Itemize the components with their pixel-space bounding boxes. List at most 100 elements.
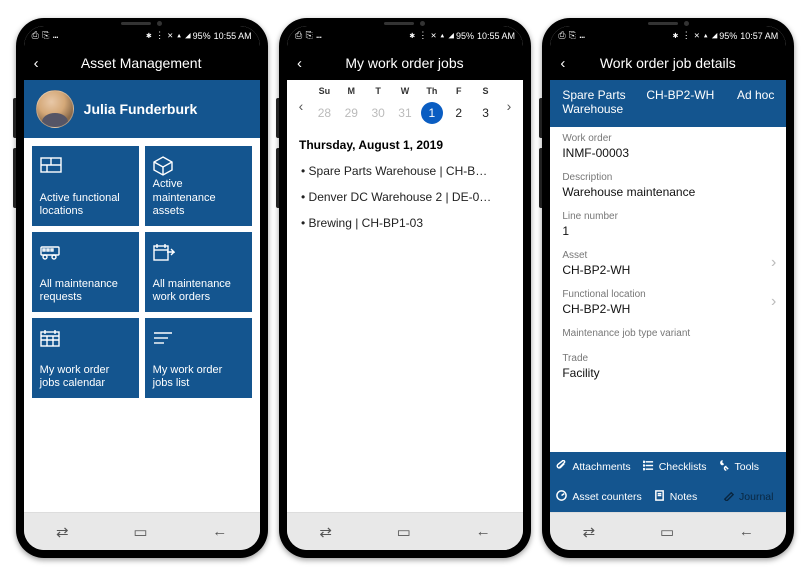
status-bar: ⎙ ⎘ … ✱ ⋮ ✕ ▴ ◢ 95% 10:55 AM [287,26,523,46]
android-nav-bar: ⇄ ▭ ← [550,512,786,550]
status-left-icons: ⎙ ⎘ … [32,31,58,41]
tile-label: My work order jobs list [153,364,244,390]
bottom-actions: Attachments Checklists Tools Asset counter… [550,452,786,512]
field-value: CH-BP2-WH [562,263,774,277]
page-title: Asset Management [51,55,232,71]
field-label: Work order [562,133,774,144]
action-label: Notes [670,491,697,503]
field-value: CH-BP2-WH [562,302,774,316]
page-title: My work order jobs [314,55,495,71]
cal-dow: Su [311,86,338,100]
job-item[interactable]: Spare Parts Warehouse | CH-B… [295,158,515,184]
requests-icon [40,240,131,264]
user-header[interactable]: Julia Funderburk [24,80,260,138]
job-item[interactable]: Brewing | CH-BP1-03 [295,210,515,236]
field-value: Facility [562,366,774,380]
title-bar: ‹ Work order job details [550,46,786,80]
field-value: Warehouse maintenance [562,185,774,199]
header-code: CH-BP2-WH [646,88,723,102]
pen-icon [723,490,734,504]
cal-dow: F [445,86,472,100]
list-icon [153,326,244,350]
field-functional-location[interactable]: Functional location CH-BP2-WH [550,283,786,322]
cal-dow: T [365,86,392,100]
status-time: 10:55 AM [477,31,515,41]
action-label: Tools [735,461,760,473]
tile-label: All maintenance requests [40,278,131,304]
user-name: Julia Funderburk [84,101,198,117]
field-label: Trade [562,353,774,364]
clip-icon [556,460,567,474]
status-time: 10:55 AM [214,31,252,41]
nav-home-icon[interactable]: ▭ [660,523,674,541]
job-list: Spare Parts Warehouse | CH-B…Denver DC W… [287,158,523,236]
tile-all-maintenance-work-orders[interactable]: All maintenance work orders [145,232,252,312]
header-type: Ad hoc [737,88,774,102]
note-icon [654,490,665,504]
status-right-icons: ✱ ⋮ ✕ ▴ ◢ [410,31,453,41]
back-icon[interactable]: ‹ [34,55,39,72]
status-battery: 95% [193,31,211,41]
calendar-week: ‹ SuMTWThFS28293031123 › [287,80,523,128]
action-notes[interactable]: Notes [648,482,717,512]
action-label: Checklists [659,461,707,473]
back-icon[interactable]: ‹ [297,55,302,72]
calendar-icon [40,326,131,350]
tile-all-maintenance-requests[interactable]: All maintenance requests [32,232,139,312]
status-left-icons: ⎙ ⎘ … [558,31,584,41]
status-battery: 95% [719,31,737,41]
field-line-number: Line number1 [550,205,786,244]
field-value: INMF-00003 [562,146,774,160]
cal-day[interactable]: 28 [311,100,338,126]
cal-day[interactable]: 30 [365,100,392,126]
status-bar: ⎙ ⎘ … ✱ ⋮ ✕ ▴ ◢ 95% 10:57 AM [550,26,786,46]
action-checklists[interactable]: Checklists [637,452,713,482]
nav-recent-icon[interactable]: ⇄ [56,523,69,541]
title-bar: ‹ Asset Management [24,46,260,80]
cal-day[interactable]: 3 [472,100,499,126]
cal-day[interactable]: 29 [338,100,365,126]
tile-my-work-order-jobs-calendar[interactable]: My work order jobs calendar [32,318,139,398]
tile-my-work-order-jobs-list[interactable]: My work order jobs list [145,318,252,398]
action-asset-counters[interactable]: Asset counters [550,482,647,512]
field-trade: Trade Facility [550,347,786,386]
job-item[interactable]: Denver DC Warehouse 2 | DE-0… [295,184,515,210]
tool-icon [719,460,730,474]
tile-active-maintenance-assets[interactable]: Active maintenance assets [145,146,252,226]
action-tools[interactable]: Tools [713,452,787,482]
nav-back-icon[interactable]: ← [739,523,754,540]
tile-active-functional-locations[interactable]: Active functional locations [32,146,139,226]
field-label: Asset [562,250,774,261]
phone-2: ⎙ ⎘ … ✱ ⋮ ✕ ▴ ◢ 95% 10:55 AM ‹ My work o… [279,18,531,558]
field-description: Description Warehouse maintenance [550,166,786,205]
nav-home-icon[interactable]: ▭ [397,523,411,541]
field-label: Description [562,172,774,183]
nav-recent-icon[interactable]: ⇄ [319,523,332,541]
field-label: Functional location [562,289,774,300]
nav-back-icon[interactable]: ← [476,523,491,540]
cal-day[interactable]: 1 [418,100,445,126]
tile-label: Active maintenance assets [153,178,244,218]
field-asset[interactable]: Asset CH-BP2-WH [550,244,786,283]
next-week-icon[interactable]: › [499,98,519,114]
field-label: Maintenance job type variant [562,328,774,339]
page-title: Work order job details [577,55,758,71]
header-location: Spare Parts Warehouse [562,88,632,117]
action-label: Attachments [572,461,630,473]
back-icon[interactable]: ‹ [560,55,565,72]
nav-back-icon[interactable]: ← [212,523,227,540]
prev-week-icon[interactable]: ‹ [291,98,311,114]
field-value: 1 [562,224,774,238]
nav-recent-icon[interactable]: ⇄ [583,523,596,541]
phone-3: ⎙ ⎘ … ✱ ⋮ ✕ ▴ ◢ 95% 10:57 AM ‹ Work orde… [542,18,794,558]
tile-label: All maintenance work orders [153,278,244,304]
action-attachments[interactable]: Attachments [550,452,636,482]
nav-home-icon[interactable]: ▭ [133,523,147,541]
status-right-icons: ✱ ⋮ ✕ ▴ ◢ [146,31,189,41]
cal-day[interactable]: 31 [392,100,419,126]
action-journal[interactable]: Journal [717,482,786,512]
package-icon [153,154,244,178]
cal-day[interactable]: 2 [445,100,472,126]
cal-dow: M [338,86,365,100]
field-work-order: Work order INMF-00003 [550,127,786,166]
